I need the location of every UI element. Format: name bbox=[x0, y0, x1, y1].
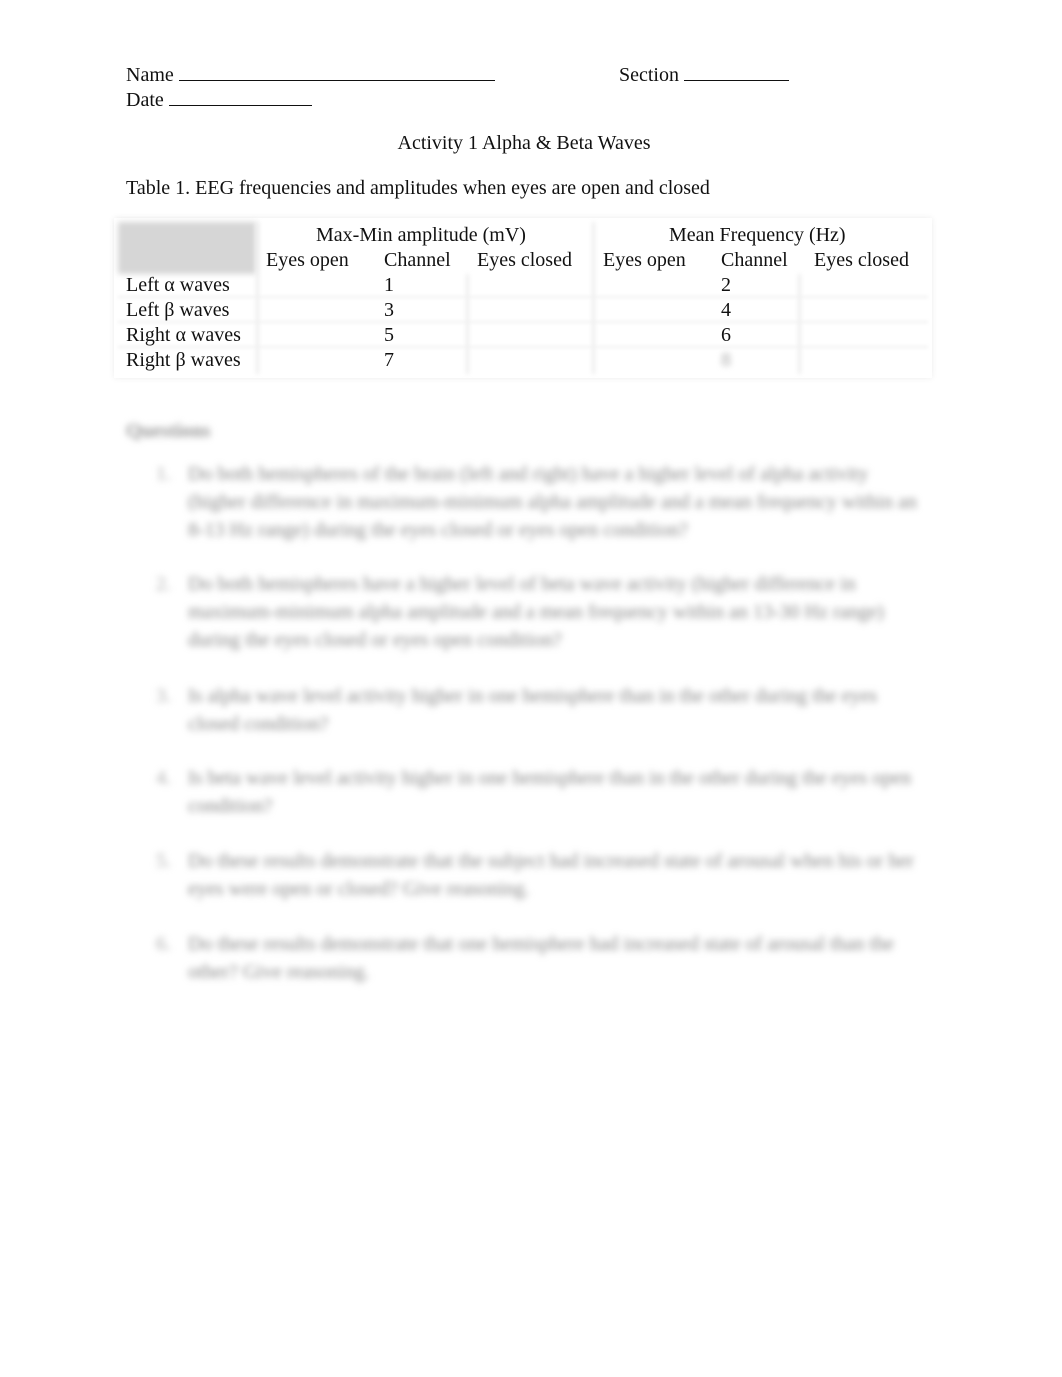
question-number: 4. bbox=[156, 767, 171, 789]
date-field[interactable]: Date bbox=[126, 87, 312, 112]
page-title: Activity 1 Alpha & Beta Waves bbox=[397, 132, 651, 154]
cell-amp-channel: 3 bbox=[384, 299, 394, 321]
date-blank-line[interactable] bbox=[168, 87, 312, 106]
date-label: Date bbox=[126, 89, 164, 111]
table-gridline bbox=[466, 274, 469, 374]
section-blank-line[interactable] bbox=[684, 62, 789, 81]
subheader-amp-eyes-closed: Eyes closed bbox=[477, 249, 572, 271]
subheader-amp-channel: Channel bbox=[384, 249, 451, 271]
questions-heading: Questions bbox=[126, 420, 211, 442]
question-text: Is beta wave level activity higher in on… bbox=[188, 767, 912, 817]
question-text: Do these results demonstrate that the su… bbox=[188, 850, 914, 900]
question-number: 6. bbox=[156, 933, 171, 955]
subheader-freq-eyes-open: Eyes open bbox=[603, 249, 686, 271]
name-blank-line[interactable] bbox=[178, 62, 495, 81]
subheader-freq-channel: Channel bbox=[721, 249, 788, 271]
table-gridline bbox=[118, 296, 928, 298]
cell-freq-channel: 4 bbox=[721, 299, 731, 321]
name-label: Name bbox=[126, 64, 174, 86]
row-label-left-beta: Left β waves bbox=[126, 299, 230, 321]
cell-amp-channel: 5 bbox=[384, 324, 394, 346]
group-header-frequency: Mean Frequency (Hz) bbox=[669, 224, 846, 246]
section-field[interactable]: Section bbox=[619, 62, 789, 87]
table-gridline bbox=[798, 274, 801, 374]
question-text: Is alpha wave level activity higher in o… bbox=[188, 685, 878, 735]
row-label-left-alpha: Left α waves bbox=[126, 274, 230, 296]
question-text: Do these results demonstrate that one he… bbox=[188, 933, 894, 983]
question-number: 1. bbox=[156, 463, 171, 485]
table-corner-cell bbox=[118, 222, 256, 274]
question-text: Do both hemispheres have a higher level … bbox=[188, 573, 884, 651]
cell-amp-channel: 7 bbox=[384, 349, 394, 371]
section-label: Section bbox=[619, 64, 679, 86]
row-label-right-alpha: Right α waves bbox=[126, 324, 241, 346]
question-number: 5. bbox=[156, 850, 171, 872]
subheader-amp-eyes-open: Eyes open bbox=[266, 249, 349, 271]
row-label-right-beta: Right β waves bbox=[126, 349, 241, 371]
group-header-amplitude: Max-Min amplitude (mV) bbox=[316, 224, 526, 246]
table-gridline bbox=[256, 222, 259, 374]
question-number: 2. bbox=[156, 573, 171, 595]
cell-amp-channel: 1 bbox=[384, 274, 394, 296]
table-gridline bbox=[592, 222, 595, 374]
question-text: Do both hemispheres of the brain (left a… bbox=[188, 463, 917, 541]
subheader-freq-eyes-closed: Eyes closed bbox=[814, 249, 909, 271]
eeg-table: Max-Min amplitude (mV) Mean Frequency (H… bbox=[114, 218, 932, 378]
cell-freq-channel: 6 bbox=[721, 324, 731, 346]
name-field[interactable]: Name bbox=[126, 62, 495, 87]
questions-section: Questions 1. Do both hemispheres of the … bbox=[0, 0, 1062, 1377]
table-caption: Table 1. EEG frequencies and amplitudes … bbox=[126, 177, 710, 199]
cell-freq-channel: 2 bbox=[721, 274, 731, 296]
cell-freq-channel: 8 bbox=[721, 349, 731, 371]
question-number: 3. bbox=[156, 685, 171, 707]
